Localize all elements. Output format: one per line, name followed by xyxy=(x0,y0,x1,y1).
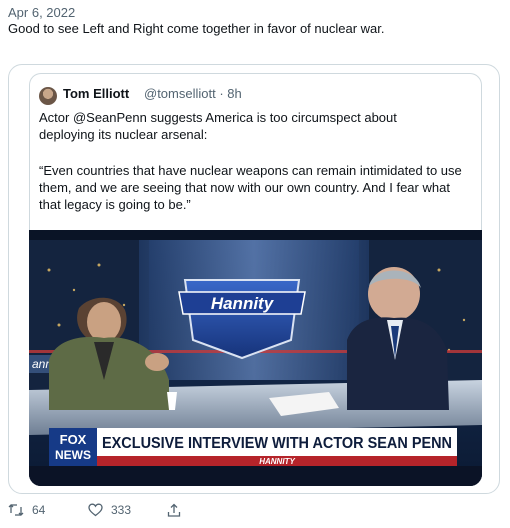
heart-icon xyxy=(88,503,103,517)
author-handle[interactable]: @tomselliott · 8h xyxy=(144,86,242,101)
quoted-text-line2: deploying its nuclear arsenal: xyxy=(39,127,208,142)
quoted-text-line1: Actor @SeanPenn suggests America is too … xyxy=(39,110,397,125)
network-logo-top: FOX xyxy=(60,432,87,447)
video-thumbnail[interactable]: Hannity annity FOX NEWS EXCLUSIVE INTERV… xyxy=(29,230,482,486)
chyron-subtitle: HANNITY xyxy=(259,457,295,466)
quoted-quote: “Even countries that have nuclear weapon… xyxy=(39,163,462,212)
tweet-date[interactable]: Apr 6, 2022 xyxy=(8,5,75,20)
like-action[interactable]: 333 xyxy=(88,503,131,517)
chyron-headline: EXCLUSIVE INTERVIEW WITH ACTOR SEAN PENN xyxy=(102,435,452,452)
share-icon xyxy=(167,503,181,517)
tv-scene: Hannity annity FOX NEWS EXCLUSIVE INTERV… xyxy=(29,230,482,486)
show-logo: Hannity xyxy=(211,294,275,313)
retweet-count: 64 xyxy=(32,503,46,517)
avatar[interactable] xyxy=(39,87,57,105)
tweet-text: Good to see Left and Right come together… xyxy=(8,21,385,36)
network-logo-bottom: NEWS xyxy=(55,448,91,462)
tweet-actions: 64 333 xyxy=(0,503,510,527)
quoted-tweet[interactable]: Tom Elliott @tomselliott · 8h Actor @Sea… xyxy=(29,73,482,230)
share-action[interactable] xyxy=(167,503,181,518)
retweet-action[interactable]: 64 xyxy=(8,503,45,517)
author-name[interactable]: Tom Elliott xyxy=(63,86,129,101)
like-count: 333 xyxy=(111,503,132,517)
retweet-icon xyxy=(8,504,24,516)
